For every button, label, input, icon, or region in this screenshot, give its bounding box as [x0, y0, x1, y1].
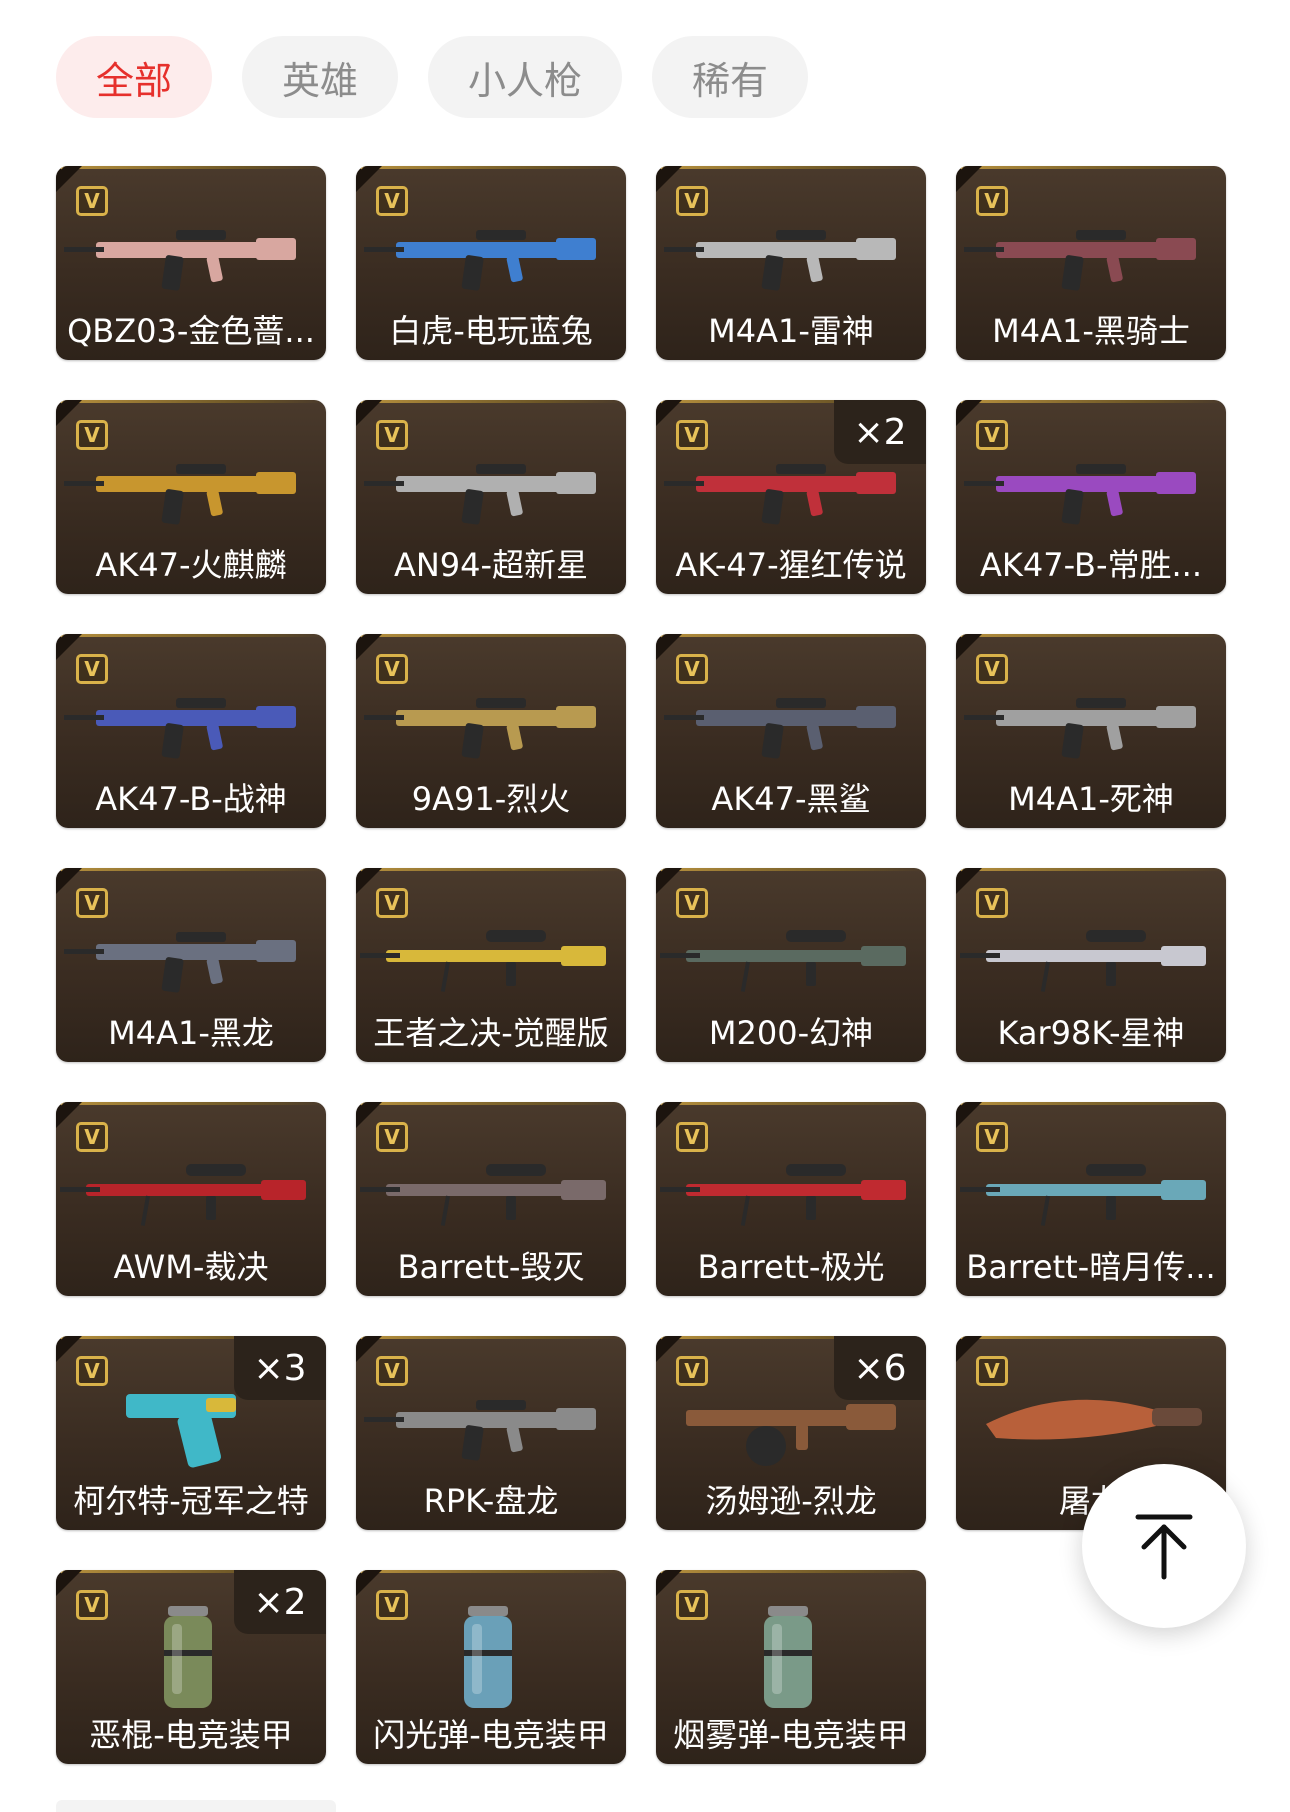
item-name: M4A1-雷神 — [708, 312, 874, 350]
item-name: Barrett-毁灭 — [397, 1248, 585, 1286]
item-card[interactable]: V RPK-盘龙 — [356, 1336, 626, 1530]
item-name: AK47-火麒麟 — [95, 546, 287, 584]
next-row-hint — [56, 1800, 336, 1812]
item-name: RPK-盘龙 — [423, 1482, 559, 1520]
item-name: AWM-裁决 — [113, 1248, 269, 1286]
item-name: 烟雾弹-电竞装甲 — [673, 1716, 909, 1754]
item-name: QBZ03-金色蔷... — [67, 312, 315, 350]
arrow-up-bar-icon — [1135, 1514, 1193, 1580]
item-grid: V QBZ03-金色蔷... V 白虎-电玩蓝兔 V M4A1-雷神 V M4A… — [56, 166, 1226, 1764]
tab-3[interactable]: 稀有 — [652, 36, 809, 118]
item-count-badge: ×3 — [234, 1336, 326, 1400]
item-card[interactable]: V AK47-B-战神 — [56, 634, 326, 828]
item-name: M200-幻神 — [708, 1014, 874, 1052]
item-card[interactable]: V 9A91-烈火 — [356, 634, 626, 828]
item-name: 王者之决-觉醒版 — [373, 1014, 609, 1052]
item-name: 柯尔特-冠军之特 — [73, 1482, 309, 1520]
item-count-badge: ×6 — [834, 1336, 926, 1400]
item-name: 闪光弹-电竞装甲 — [373, 1716, 609, 1754]
item-card[interactable]: V 烟雾弹-电竞装甲 — [656, 1570, 926, 1764]
item-card[interactable]: V AK47-黑鲨 — [656, 634, 926, 828]
item-card[interactable]: V AWM-裁决 — [56, 1102, 326, 1296]
item-name: M4A1-黑骑士 — [992, 312, 1190, 350]
item-name: AK47-B-战神 — [95, 780, 287, 818]
item-card[interactable]: V Barrett-暗月传... — [956, 1102, 1226, 1296]
tab-0[interactable]: 全部 — [56, 36, 213, 118]
item-name: 汤姆逊-烈龙 — [705, 1482, 877, 1520]
item-name: Barrett-极光 — [697, 1248, 885, 1286]
item-card[interactable]: V 闪光弹-电竞装甲 — [356, 1570, 626, 1764]
item-card[interactable]: V M4A1-雷神 — [656, 166, 926, 360]
item-count-badge: ×2 — [834, 400, 926, 464]
item-name: M4A1-死神 — [1008, 780, 1174, 818]
item-name: 9A91-烈火 — [411, 780, 571, 818]
item-card[interactable]: V QBZ03-金色蔷... — [56, 166, 326, 360]
item-card[interactable]: V M4A1-黑骑士 — [956, 166, 1226, 360]
item-name: Kar98K-星神 — [997, 1014, 1185, 1052]
tab-2[interactable]: 小人枪 — [428, 36, 623, 118]
item-card[interactable]: V Kar98K-星神 — [956, 868, 1226, 1062]
item-card[interactable]: V Barrett-极光 — [656, 1102, 926, 1296]
item-count-badge: ×2 — [234, 1570, 326, 1634]
item-name: AN94-超新星 — [393, 546, 589, 584]
item-card[interactable]: V M200-幻神 — [656, 868, 926, 1062]
item-card[interactable]: V ×6 汤姆逊-烈龙 — [656, 1336, 926, 1530]
item-card[interactable]: V 王者之决-觉醒版 — [356, 868, 626, 1062]
item-name: AK47-B-常胜... — [979, 546, 1203, 584]
item-card[interactable]: V AK47-B-常胜... — [956, 400, 1226, 594]
item-name: Barrett-暗月传... — [966, 1248, 1216, 1286]
back-to-top-button[interactable] — [1082, 1464, 1246, 1628]
item-name: M4A1-黑龙 — [108, 1014, 274, 1052]
item-card[interactable]: V ×3 柯尔特-冠军之特 — [56, 1336, 326, 1530]
item-name: AK-47-猩红传说 — [675, 546, 907, 584]
item-card[interactable]: V 白虎-电玩蓝兔 — [356, 166, 626, 360]
item-name: 白虎-电玩蓝兔 — [389, 312, 593, 350]
item-card[interactable]: V M4A1-黑龙 — [56, 868, 326, 1062]
item-card[interactable]: V ×2 AK-47-猩红传说 — [656, 400, 926, 594]
item-card[interactable]: V ×2 恶棍-电竞装甲 — [56, 1570, 326, 1764]
item-name: AK47-黑鲨 — [711, 780, 871, 818]
item-card[interactable]: V Barrett-毁灭 — [356, 1102, 626, 1296]
item-card[interactable]: V AK47-火麒麟 — [56, 400, 326, 594]
item-card[interactable]: V M4A1-死神 — [956, 634, 1226, 828]
item-name: 恶棍-电竞装甲 — [89, 1716, 293, 1754]
filter-tabs: 全部 英雄 小人枪 稀有 — [56, 36, 809, 118]
item-card[interactable]: V AN94-超新星 — [356, 400, 626, 594]
tab-1[interactable]: 英雄 — [242, 36, 399, 118]
